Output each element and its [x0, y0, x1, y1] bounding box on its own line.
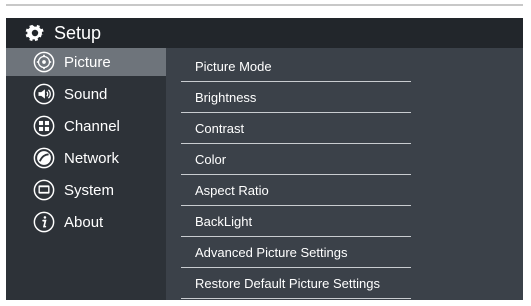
- sidebar-item-system[interactable]: System: [6, 176, 166, 204]
- menu-item-color[interactable]: Color: [181, 144, 411, 175]
- setup-header: Setup: [6, 18, 523, 48]
- sidebar-item-sound[interactable]: Sound: [6, 80, 166, 108]
- sidebar-item-about[interactable]: About: [6, 208, 166, 236]
- sidebar-item-label: Picture: [64, 53, 111, 71]
- sidebar-item-label: Channel: [64, 117, 120, 135]
- sidebar-item-label: Network: [64, 149, 120, 167]
- menu-item-backlight[interactable]: BackLight: [181, 206, 411, 237]
- sidebar-item-picture[interactable]: Picture: [6, 48, 166, 76]
- menu-item-aspect-ratio[interactable]: Aspect Ratio: [181, 175, 411, 206]
- setup-window: Setup Picture Sound Channel Network Syst…: [6, 18, 523, 300]
- sidebar-item-label: About: [64, 213, 104, 231]
- picture-settings-menu: Picture Mode Brightness Contrast Color A…: [181, 48, 421, 300]
- system-icon: [33, 179, 55, 201]
- page-title: Setup: [54, 22, 102, 43]
- speaker-icon: [33, 83, 55, 105]
- sidebar-item-network[interactable]: Network: [6, 144, 166, 172]
- top-border-line: [6, 4, 523, 6]
- sidebar-item-label: System: [64, 181, 115, 199]
- info-icon: [33, 211, 55, 233]
- network-icon: [33, 147, 55, 169]
- sidebar-item-label: Sound: [64, 85, 108, 103]
- menu-item-brightness[interactable]: Brightness: [181, 82, 411, 113]
- gear-icon: [25, 24, 44, 42]
- menu-item-picture-mode[interactable]: Picture Mode: [181, 51, 411, 82]
- channel-grid-icon: [33, 115, 55, 137]
- menu-item-advanced-picture-settings[interactable]: Advanced Picture Settings: [181, 237, 411, 268]
- menu-item-contrast[interactable]: Contrast: [181, 113, 411, 144]
- picture-icon: [33, 51, 55, 73]
- sidebar: Picture Sound Channel Network System Abo…: [6, 48, 166, 300]
- menu-item-restore-default-picture-settings[interactable]: Restore Default Picture Settings: [181, 268, 411, 299]
- sidebar-item-channel[interactable]: Channel: [6, 112, 166, 140]
